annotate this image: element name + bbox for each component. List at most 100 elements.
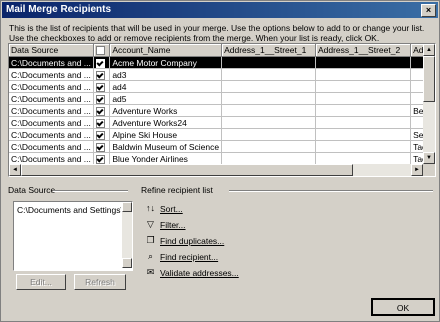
- cell-account-name[interactable]: ad3: [109, 68, 223, 81]
- column-header-street-2[interactable]: Address_1__Street_2: [315, 44, 412, 57]
- cell-account-name[interactable]: Alpine Ski House: [109, 128, 223, 141]
- table-row[interactable]: C:\Documents and ... Alpine Ski House Seat: [9, 128, 435, 141]
- link-find-recipient[interactable]: Find recipient...: [160, 252, 218, 262]
- cell-address[interactable]: Portl: [411, 177, 435, 178]
- include-checkbox[interactable]: [95, 106, 105, 116]
- scroll-up-button[interactable]: ▲: [423, 44, 435, 56]
- grid-vertical-scrollbar[interactable]: ▲ ▼: [423, 44, 435, 164]
- grid-horizontal-scroll-thumb[interactable]: [21, 164, 353, 176]
- cell-street-2[interactable]: [315, 56, 412, 69]
- cell-data-source[interactable]: C:\Documents and ...: [9, 92, 94, 105]
- cell-street-1[interactable]: [221, 140, 316, 153]
- cell-checkbox[interactable]: [93, 80, 111, 93]
- cell-street-1[interactable]: [221, 56, 316, 69]
- include-checkbox[interactable]: [95, 94, 105, 104]
- table-row[interactable]: C:\Documents and ... Blue Yonder Airlines…: [9, 152, 435, 165]
- cell-checkbox[interactable]: [93, 152, 111, 165]
- column-header-account-name[interactable]: Account_Name: [109, 44, 223, 57]
- cell-street-1[interactable]: [221, 92, 316, 105]
- link-filter[interactable]: Filter...: [160, 220, 186, 230]
- table-row[interactable]: C:\Documents and ...Adventure WorksBelle: [9, 104, 435, 117]
- cell-checkbox[interactable]: [93, 92, 111, 105]
- select-all-checkbox[interactable]: [95, 46, 105, 56]
- table-row[interactable]: C:\Documents and ... ad4: [9, 80, 435, 93]
- cell-checkbox[interactable]: [93, 140, 111, 153]
- cell-data-source[interactable]: C:\Documents and ...: [9, 152, 94, 165]
- table-row[interactable]: C:\Documents and ... Adventure Works24: [9, 116, 435, 129]
- cell-checkbox[interactable]: [93, 128, 111, 141]
- table-row[interactable]: C:\Documents and ... Coho Vineyard Portl: [9, 177, 435, 178]
- cell-data-source[interactable]: C:\Documents and ...: [9, 116, 94, 129]
- edit-button[interactable]: Edit...: [16, 274, 66, 290]
- cell-checkbox[interactable]: [93, 56, 111, 69]
- cell-street-1[interactable]: [221, 80, 316, 93]
- recipients-grid[interactable]: Data Source Account_Name Address_1__Stre…: [8, 43, 436, 177]
- cell-street-2[interactable]: [315, 92, 412, 105]
- cell-street-1[interactable]: [222, 177, 316, 178]
- cell-data-source[interactable]: C:\Documents and ...: [9, 104, 94, 117]
- cell-street-2[interactable]: [315, 152, 412, 165]
- cell-street-2[interactable]: [315, 128, 412, 141]
- scroll-down-button[interactable]: ▼: [423, 152, 435, 164]
- include-checkbox[interactable]: [95, 118, 105, 128]
- cell-street-1[interactable]: [221, 152, 316, 165]
- cell-street-1[interactable]: [221, 128, 316, 141]
- column-header-data-source[interactable]: Data Source: [9, 44, 94, 57]
- link-validate-addresses[interactable]: Validate addresses...: [160, 268, 239, 278]
- cell-street-2[interactable]: [315, 116, 412, 129]
- cell-account-name[interactable]: Acme Motor Company: [109, 56, 223, 69]
- ds-scroll-down-button[interactable]: [122, 258, 132, 268]
- table-row[interactable]: C:\Documents and ... ad3: [9, 68, 435, 81]
- data-source-scrollbar[interactable]: [122, 202, 132, 268]
- cell-data-source[interactable]: C:\Documents and ...: [9, 140, 94, 153]
- cell-data-source[interactable]: C:\Documents and ...: [9, 177, 93, 178]
- cell-data-source[interactable]: C:\Documents and ...: [9, 80, 94, 93]
- cell-account-name[interactable]: Adventure Works: [109, 104, 223, 117]
- cell-street-1[interactable]: [221, 104, 316, 117]
- link-find-duplicates[interactable]: Find duplicates...: [160, 236, 224, 246]
- cell-street-1[interactable]: [221, 116, 316, 129]
- grid-horizontal-scrollbar[interactable]: ◄ ►: [9, 164, 423, 176]
- cell-street-2[interactable]: [315, 104, 412, 117]
- include-checkbox[interactable]: [95, 130, 105, 140]
- scroll-right-button[interactable]: ►: [411, 164, 423, 176]
- ds-scroll-up-button[interactable]: [122, 202, 132, 212]
- cell-account-name[interactable]: ad5: [109, 92, 223, 105]
- cell-street-2[interactable]: [315, 80, 412, 93]
- cell-checkbox[interactable]: [93, 116, 111, 129]
- cell-account-name[interactable]: Baldwin Museum of Science: [109, 140, 223, 153]
- grid-vertical-scroll-thumb[interactable]: [423, 56, 435, 102]
- cell-account-name[interactable]: Adventure Works24: [109, 116, 223, 129]
- column-header-checkbox[interactable]: [93, 44, 111, 57]
- column-header-street-1[interactable]: Address_1__Street_1: [221, 44, 316, 57]
- cell-data-source[interactable]: C:\Documents and ...: [9, 56, 94, 69]
- scroll-left-button[interactable]: ◄: [9, 164, 21, 176]
- include-checkbox[interactable]: [95, 82, 105, 92]
- cell-checkbox[interactable]: [93, 68, 111, 81]
- cell-data-source[interactable]: C:\Documents and ...: [9, 68, 94, 81]
- include-checkbox[interactable]: [95, 58, 105, 68]
- cell-checkbox[interactable]: [93, 104, 111, 117]
- cell-data-source[interactable]: C:\Documents and ...: [9, 128, 94, 141]
- data-source-item[interactable]: C:\Documents and Settings\cr...: [17, 205, 121, 215]
- table-row[interactable]: C:\Documents and ... Acme Motor Company: [9, 56, 435, 69]
- cell-street-2[interactable]: [315, 68, 412, 81]
- link-sort[interactable]: Sort...: [160, 204, 183, 214]
- refresh-button[interactable]: Refresh: [74, 274, 126, 290]
- cell-account-name[interactable]: Blue Yonder Airlines: [109, 152, 223, 165]
- ok-button[interactable]: OK: [371, 298, 435, 316]
- include-checkbox[interactable]: [95, 70, 105, 80]
- data-source-list[interactable]: C:\Documents and Settings\cr...: [13, 201, 133, 271]
- close-button[interactable]: ×: [421, 4, 436, 17]
- cell-account-name[interactable]: Coho Vineyard: [110, 177, 222, 178]
- cell-street-2[interactable]: [315, 177, 410, 178]
- cell-account-name[interactable]: ad4: [109, 80, 223, 93]
- include-checkbox[interactable]: [95, 142, 105, 152]
- cell-street-2[interactable]: [315, 140, 412, 153]
- link-label: Sort...: [160, 204, 183, 214]
- table-row[interactable]: C:\Documents and ... ad5: [9, 92, 435, 105]
- cell-street-1[interactable]: [221, 68, 316, 81]
- table-row[interactable]: C:\Documents and ... Baldwin Museum of Sc…: [9, 140, 435, 153]
- include-checkbox[interactable]: [95, 154, 105, 164]
- cell-checkbox[interactable]: [93, 177, 109, 178]
